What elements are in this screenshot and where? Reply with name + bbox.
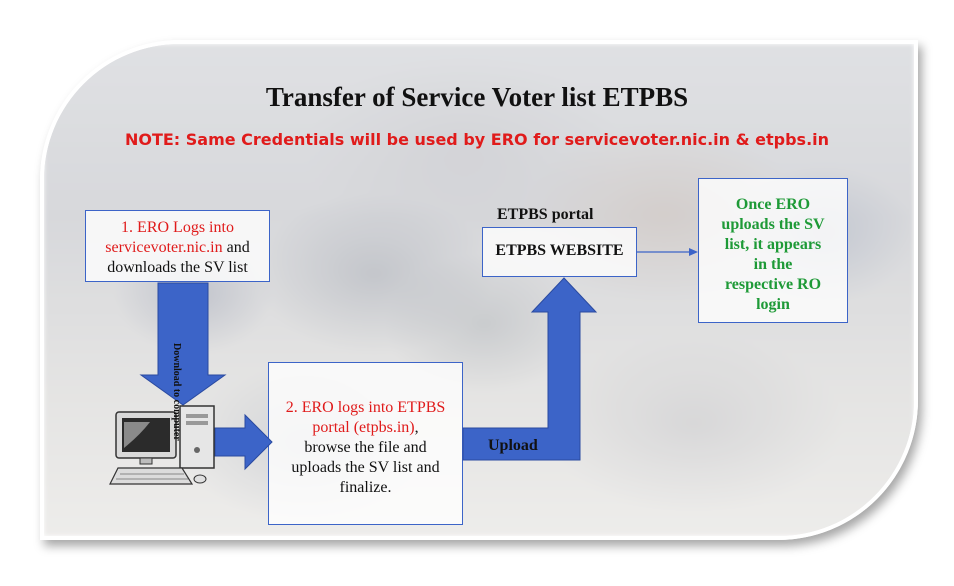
- flow-arrows: [109, 248, 698, 485]
- download-arrow: [139, 282, 227, 406]
- upload-label: Upload: [488, 437, 538, 454]
- website-to-result-arrowhead: [689, 248, 698, 256]
- computer-icon: [109, 405, 215, 485]
- download-label: Download to computer: [171, 343, 182, 441]
- computer-to-step2-arrow: [214, 413, 273, 471]
- upload-arrow: [462, 277, 598, 461]
